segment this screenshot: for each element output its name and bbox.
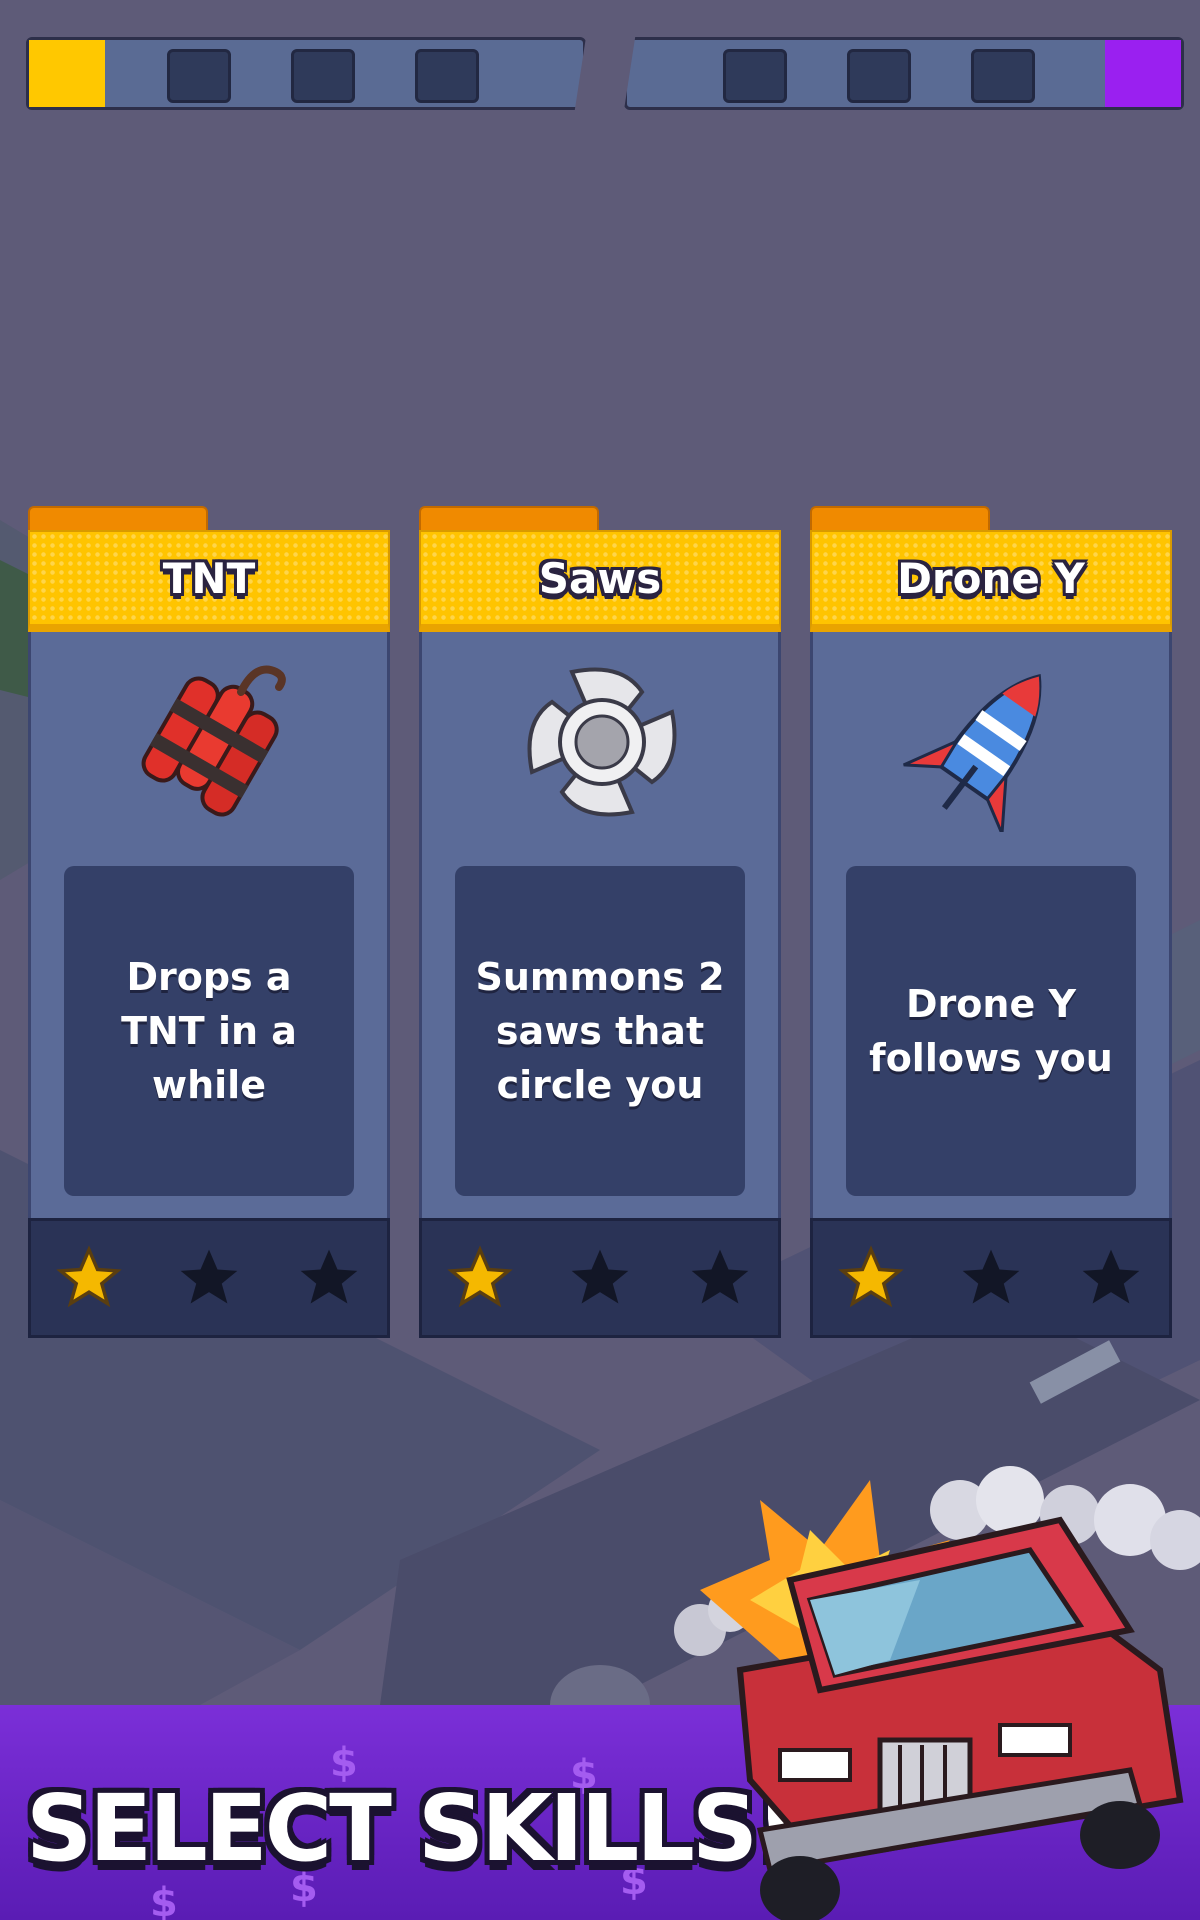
card-header: TNT [28, 530, 390, 632]
card-title: Saws [538, 553, 662, 603]
star-filled-icon [55, 1244, 123, 1312]
red-truck-icon [674, 1466, 1200, 1920]
progress-bar-left [26, 37, 586, 110]
skill-card-tnt[interactable]: TNT Drops a TNT in a while [28, 506, 390, 1338]
card-description: Summons 2 saws that circle you [475, 955, 725, 1107]
skill-card-drone-y[interactable]: Drone Y Drone Y follows you [810, 506, 1172, 1338]
star-empty-icon [566, 1244, 634, 1312]
star-rating [810, 1218, 1172, 1338]
star-rating [28, 1218, 390, 1338]
card-description: Drone Y follows you [869, 982, 1113, 1080]
card-body: Summons 2 saws that circle you [419, 632, 781, 1222]
star-empty-icon [1077, 1244, 1145, 1312]
star-empty-icon [686, 1244, 754, 1312]
progress-bar-right [624, 37, 1184, 110]
progress-slot-filled [29, 40, 105, 107]
star-empty-icon [295, 1244, 363, 1312]
card-description-box: Drops a TNT in a while [64, 866, 354, 1196]
progress-slot-empty [847, 49, 911, 103]
progress-slot-empty [723, 49, 787, 103]
skill-card-saws[interactable]: Saws Summons 2 saws that circle you [419, 506, 781, 1338]
progress-slot-empty [167, 49, 231, 103]
card-title: Drone Y [897, 553, 1085, 603]
tnt-icon [121, 652, 301, 832]
star-filled-icon [446, 1244, 514, 1312]
card-body: Drops a TNT in a while [28, 632, 390, 1222]
dollar-sign-icon: $ [150, 1880, 178, 1920]
progress-slot-empty [291, 49, 355, 103]
card-description-box: Summons 2 saws that circle you [455, 866, 745, 1196]
card-header: Drone Y [810, 530, 1172, 632]
progress-slot-empty [415, 49, 479, 103]
card-body: Drone Y follows you [810, 632, 1172, 1222]
star-filled-icon [837, 1244, 905, 1312]
star-empty-icon [175, 1244, 243, 1312]
card-description: Drops a TNT in a while [121, 955, 297, 1107]
progress-slot-filled [1105, 40, 1181, 107]
progress-slot-empty [971, 49, 1035, 103]
saw-blade-icon [512, 652, 692, 832]
card-header: Saws [419, 530, 781, 632]
card-title: TNT [162, 553, 256, 603]
star-rating [419, 1218, 781, 1338]
card-description-box: Drone Y follows you [846, 866, 1136, 1196]
star-empty-icon [957, 1244, 1025, 1312]
rocket-drone-icon [903, 652, 1083, 835]
